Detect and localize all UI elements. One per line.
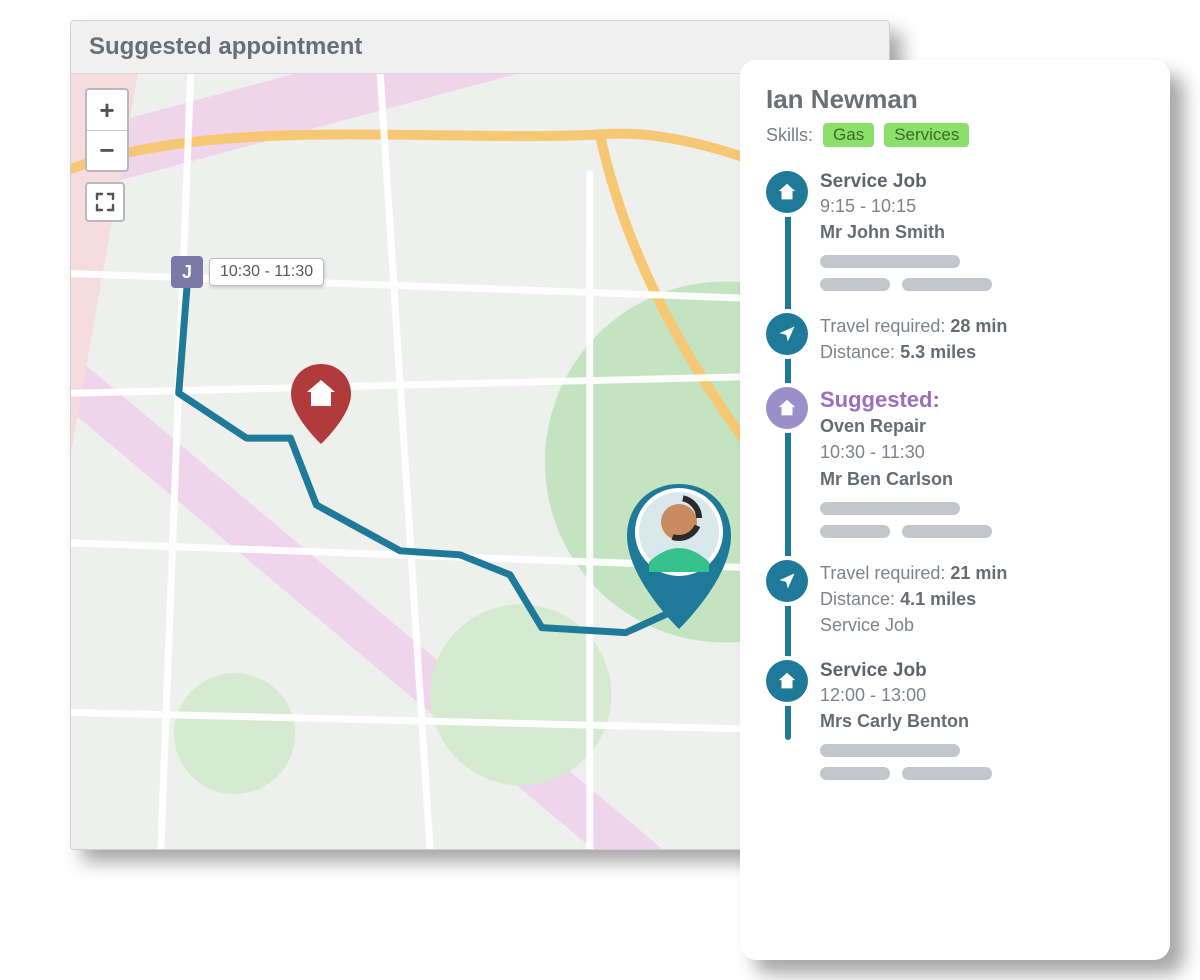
timeline-rail <box>785 191 791 740</box>
job-customer: Mr John Smith <box>820 222 945 242</box>
timeline: Service Job 9:15 - 10:15 Mr John Smith T… <box>766 171 1144 780</box>
job-customer: Mrs Carly Benton <box>820 711 969 731</box>
avatar-pin-icon <box>619 474 739 634</box>
skill-badge: Services <box>884 123 969 147</box>
timeline-suggested[interactable]: Suggested: Oven Repair 10:30 - 11:30 Mr … <box>820 387 1144 537</box>
skills-label: Skills: <box>766 125 813 146</box>
job-title: Service Job <box>820 660 1144 682</box>
time-marker[interactable]: J 10:30 - 11:30 <box>171 256 324 288</box>
zoom-out-button[interactable]: − <box>87 130 127 170</box>
fullscreen-button[interactable] <box>85 182 125 222</box>
time-marker-label: 10:30 - 11:30 <box>209 258 324 286</box>
job-time: 9:15 - 10:15 <box>820 193 1144 219</box>
travel-line: Travel required: 21 min <box>820 560 1144 586</box>
plus-icon: + <box>99 95 114 126</box>
zoom-controls: + − <box>85 88 129 172</box>
schedule-card: Ian Newman Skills: Gas Services Service … <box>740 60 1170 960</box>
placeholder-row <box>820 502 1144 515</box>
placeholder-row <box>820 255 1144 268</box>
timeline-job[interactable]: Service Job 12:00 - 13:00 Mrs Carly Bent… <box>820 660 1144 780</box>
map-controls: + − <box>85 88 129 222</box>
extra-line: Service Job <box>820 612 1144 638</box>
home-icon <box>766 387 808 429</box>
skill-badge: Gas <box>823 123 874 147</box>
placeholder-row <box>820 767 1144 780</box>
home-icon <box>766 660 808 702</box>
minus-icon: − <box>99 135 114 166</box>
job-customer: Mr Ben Carlson <box>820 469 953 489</box>
home-icon <box>766 171 808 213</box>
time-marker-letter: J <box>182 262 192 283</box>
home-pin[interactable] <box>291 364 351 449</box>
nav-icon <box>766 313 808 355</box>
suggested-label: Suggested: <box>820 387 1144 413</box>
job-title: Oven Repair <box>820 416 926 436</box>
placeholder-row <box>820 525 1144 538</box>
placeholder-row <box>820 744 1144 757</box>
timeline-job[interactable]: Service Job 9:15 - 10:15 Mr John Smith <box>820 171 1144 291</box>
fullscreen-icon <box>95 192 115 212</box>
distance-line: Distance: 4.1 miles <box>820 586 1144 612</box>
distance-line: Distance: 5.3 miles <box>820 339 1144 365</box>
home-pin-icon <box>291 364 351 444</box>
travel-line: Travel required: 28 min <box>820 313 1144 339</box>
map-card-title: Suggested appointment <box>89 33 871 61</box>
skills-row: Skills: Gas Services <box>766 123 1144 147</box>
job-time: 10:30 - 11:30 <box>820 439 1144 465</box>
timeline-travel: Travel required: 28 min Distance: 5.3 mi… <box>820 313 1144 365</box>
nav-icon <box>766 560 808 602</box>
engineer-name: Ian Newman <box>766 84 1144 115</box>
job-time: 12:00 - 13:00 <box>820 682 1144 708</box>
zoom-in-button[interactable]: + <box>87 90 127 130</box>
timeline-travel: Travel required: 21 min Distance: 4.1 mi… <box>820 560 1144 638</box>
time-marker-badge: J <box>171 256 203 288</box>
placeholder-row <box>820 278 1144 291</box>
job-title: Service Job <box>820 171 1144 193</box>
avatar-pin[interactable] <box>619 474 739 639</box>
